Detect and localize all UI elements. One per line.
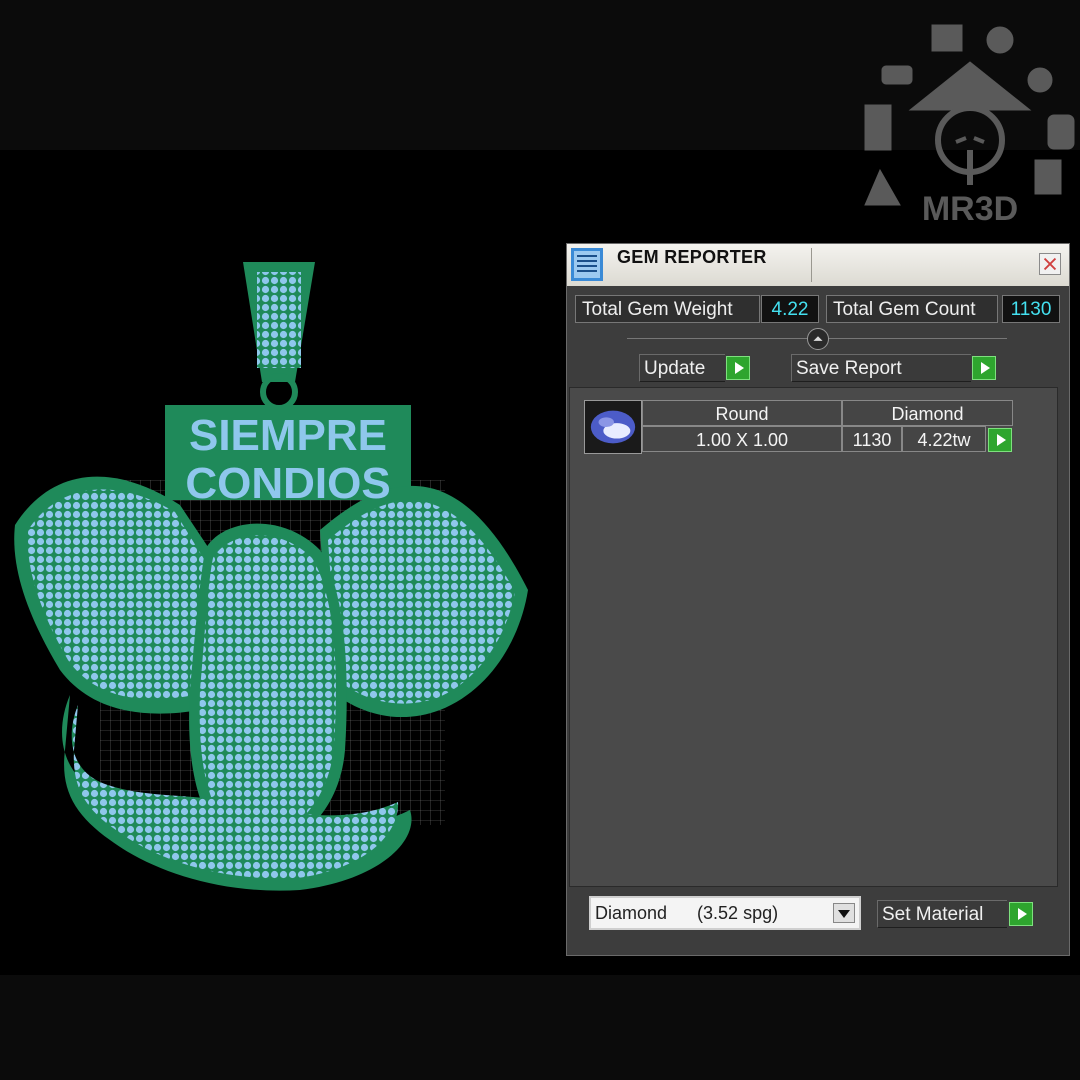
total-gem-count-label: Total Gem Count — [826, 295, 998, 323]
gem-weight-cell: 4.22tw — [902, 426, 986, 452]
gem-list-panel: Round Diamond 1.00 X 1.00 1130 4.22tw — [569, 387, 1058, 887]
material-selected-value: Diamond (3.52 spg) — [595, 903, 779, 923]
update-button[interactable]: Update — [639, 354, 725, 382]
total-gem-weight-label: Total Gem Weight — [575, 295, 760, 323]
watermark-text: MR3D — [922, 190, 1018, 225]
window-title: GEM REPORTER — [617, 247, 767, 267]
gem-count-cell: 1130 — [842, 426, 902, 452]
title-divider — [811, 248, 812, 282]
title-bar[interactable]: GEM REPORTER — [567, 244, 1069, 286]
mr3d-watermark-logo: MR3D — [864, 24, 1075, 225]
total-gem-count-value: 1130 — [1002, 295, 1060, 323]
total-gem-weight-value: 4.22 — [761, 295, 819, 323]
material-dropdown[interactable]: Diamond (3.52 spg) — [589, 896, 861, 930]
close-icon[interactable] — [1039, 253, 1061, 275]
model-viewport[interactable]: SIEMPRE CONDIOS — [0, 150, 560, 975]
model-text-line2: CONDIOS — [185, 459, 390, 508]
eagle-pendant-model: SIEMPRE CONDIOS — [14, 262, 528, 891]
report-icon — [571, 248, 603, 281]
round-gem-icon — [584, 400, 642, 454]
save-report-button[interactable]: Save Report — [791, 354, 971, 382]
gem-reporter-window: GEM REPORTER Total Gem Weight 4.22 Total… — [566, 243, 1070, 956]
chevron-down-icon[interactable] — [833, 903, 855, 923]
model-text-line1: SIEMPRE — [189, 411, 387, 460]
update-play-icon[interactable] — [726, 356, 750, 380]
set-material-button-label: Set Material — [882, 904, 984, 925]
gem-size-cell: 1.00 X 1.00 — [642, 426, 842, 452]
save-report-button-label: Save Report — [796, 358, 902, 379]
set-material-button[interactable]: Set Material — [877, 900, 1007, 928]
gem-row-play-icon[interactable] — [988, 428, 1012, 452]
gem-shape-cell: Round — [642, 400, 842, 426]
bottom-background-band — [0, 975, 1080, 1080]
gem-material-cell: Diamond — [842, 400, 1013, 426]
update-button-label: Update — [644, 358, 706, 379]
save-report-play-icon[interactable] — [972, 356, 996, 380]
set-material-play-icon[interactable] — [1009, 902, 1033, 926]
collapse-icon[interactable] — [807, 328, 829, 350]
